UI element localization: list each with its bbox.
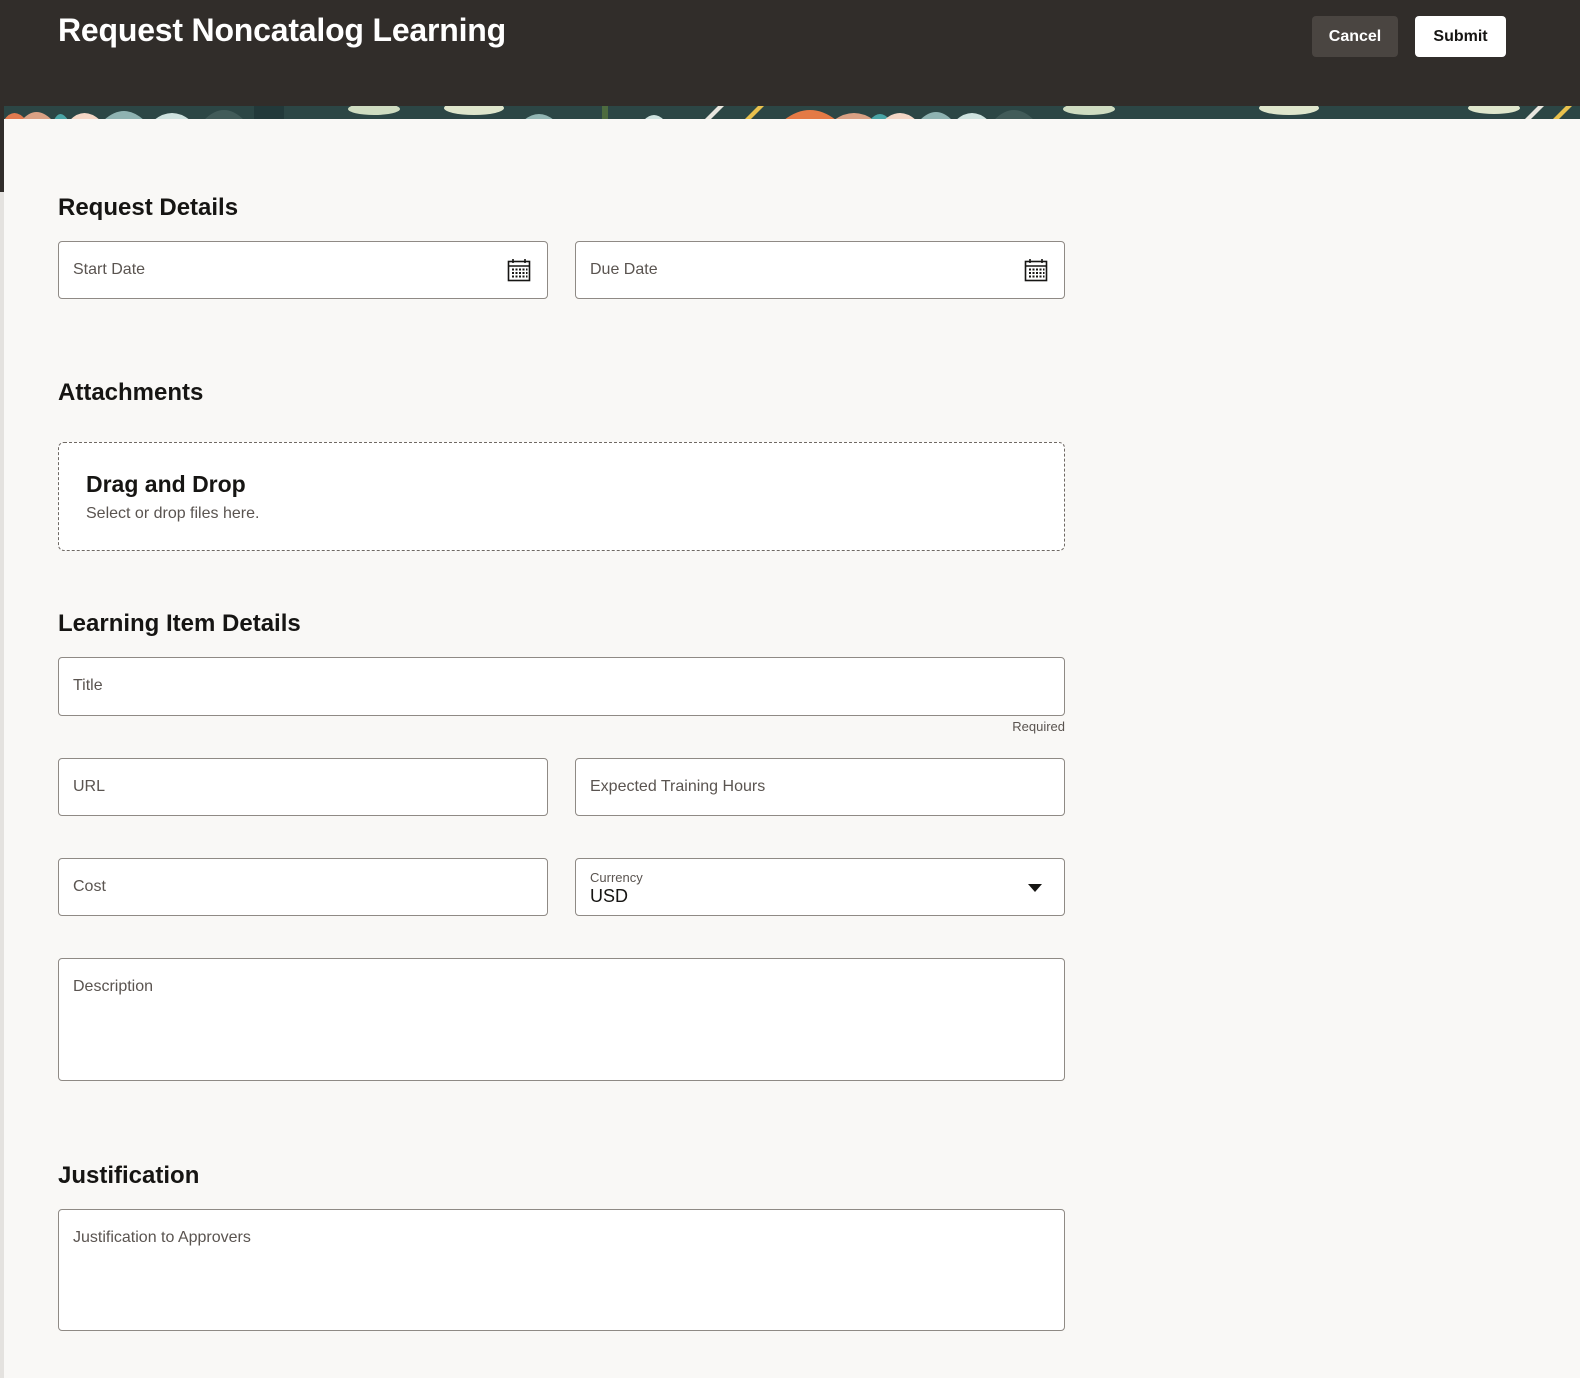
expected-hours-field[interactable]: Expected Training Hours bbox=[575, 758, 1065, 816]
currency-label: Currency bbox=[590, 870, 643, 885]
description-label: Description bbox=[73, 978, 154, 995]
cancel-button[interactable]: Cancel bbox=[1312, 16, 1398, 57]
start-date-label: Start Date bbox=[73, 261, 146, 278]
expected-hours-label: Expected Training Hours bbox=[590, 778, 766, 795]
left-divider bbox=[0, 192, 4, 1378]
description-field[interactable]: Description bbox=[58, 958, 1065, 1081]
due-date-field[interactable]: Due Date bbox=[575, 241, 1065, 299]
justification-heading: Justification bbox=[58, 1162, 200, 1189]
dropzone-subtitle: Select or drop files here. bbox=[86, 505, 260, 522]
attachments-heading: Attachments bbox=[58, 379, 204, 406]
justification-field[interactable]: Justification to Approvers bbox=[58, 1209, 1065, 1331]
url-label: URL bbox=[73, 778, 106, 795]
currency-value: USD bbox=[590, 886, 629, 906]
dropzone-title: Drag and Drop bbox=[86, 471, 246, 497]
submit-button[interactable]: Submit bbox=[1415, 16, 1506, 57]
required-hint: Required bbox=[1012, 719, 1065, 734]
justification-label: Justification to Approvers bbox=[73, 1229, 251, 1246]
title-field[interactable]: Title bbox=[58, 657, 1065, 716]
due-date-label: Due Date bbox=[590, 261, 658, 278]
learning-item-heading: Learning Item Details bbox=[58, 610, 301, 637]
title-field-label: Title bbox=[73, 677, 103, 694]
file-dropzone[interactable]: Drag and Drop Select or drop files here. bbox=[58, 442, 1065, 551]
cost-field[interactable]: Cost bbox=[58, 858, 548, 916]
form-content bbox=[4, 119, 1580, 1378]
request-details-heading: Request Details bbox=[58, 194, 239, 221]
start-date-field[interactable]: Start Date bbox=[58, 241, 548, 299]
calendar-icon[interactable] bbox=[507, 258, 531, 282]
cost-label: Cost bbox=[73, 878, 106, 895]
currency-select[interactable]: Currency USD bbox=[575, 858, 1065, 916]
chevron-down-icon[interactable] bbox=[1028, 884, 1042, 893]
calendar-icon[interactable] bbox=[1024, 258, 1048, 282]
page-title: Request Noncatalog Learning bbox=[58, 12, 506, 48]
url-field[interactable]: URL bbox=[58, 758, 548, 816]
decorative-banner bbox=[4, 106, 1580, 120]
